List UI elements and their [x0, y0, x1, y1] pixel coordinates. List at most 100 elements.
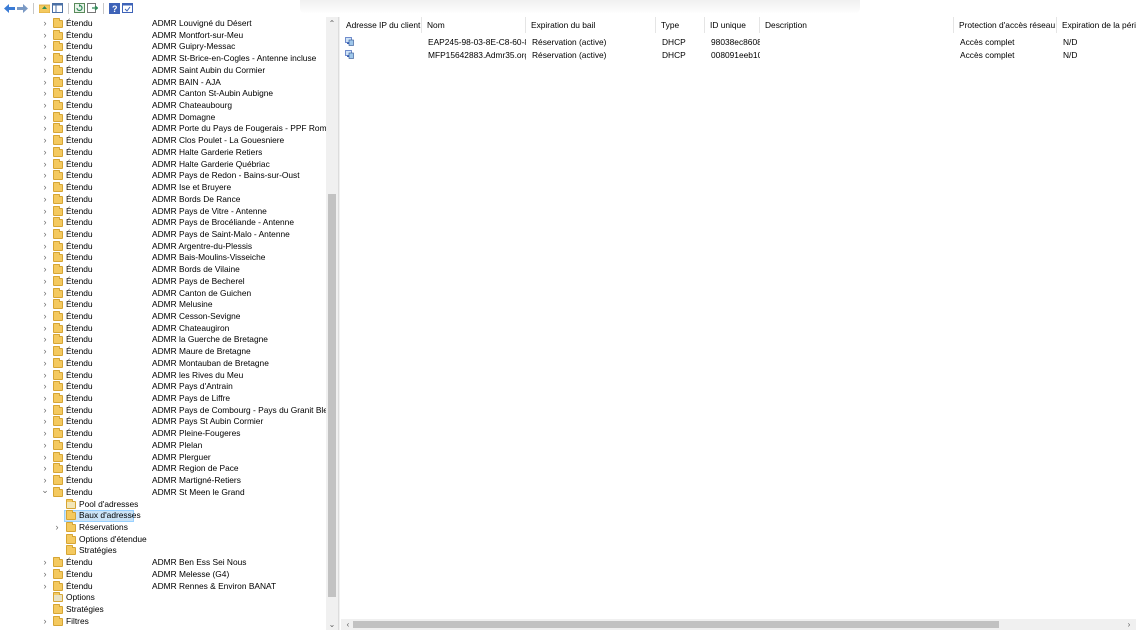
chevron-right-icon[interactable]: ›: [41, 358, 49, 370]
tree-item-server-policies[interactable]: Stratégies: [0, 604, 325, 616]
tree-item-scope[interactable]: › Étendue ADMR Plelan: [0, 439, 325, 452]
tree-item-scope[interactable]: › Étendue ADMR Bais-Moulins-Visseiche: [0, 252, 325, 264]
tree-item-address-leases[interactable]: Baux d'adresses: [0, 510, 325, 522]
scroll-thumb[interactable]: [328, 194, 336, 597]
chevron-right-icon[interactable]: ›: [41, 393, 49, 405]
col-nap-header[interactable]: Protection d'accès réseau: [954, 17, 1057, 33]
tree-item-scope[interactable]: › Étendue ADMR Maure de Bretagne: [0, 346, 325, 358]
scroll-right-icon[interactable]: ›: [1124, 619, 1134, 630]
tree-item-scope[interactable]: › Étendue ADMR Pays de Combourg - Pays du …: [0, 404, 333, 417]
tree-item-scope[interactable]: › Étendue ADMR Pays de Vitre - Antenne: [0, 205, 325, 218]
chevron-right-icon[interactable]: ›: [41, 206, 49, 218]
tree-item-reservations[interactable]: › Réservations: [0, 521, 325, 534]
col-client-ip-header[interactable]: Adresse IP du client: [341, 17, 422, 33]
tree-item-scope[interactable]: › Étendue ADMR Melusine: [0, 299, 325, 311]
show-hide-tree-icon[interactable]: [52, 3, 63, 14]
tree-item-scope[interactable]: › Étendue ADMR Pays St Aubin Cormier: [0, 416, 325, 428]
tree-item-scope[interactable]: › Étendue ADMR Montauban de Bretagne: [0, 357, 325, 370]
chevron-right-icon[interactable]: ›: [41, 452, 49, 464]
tree-item-scope[interactable]: › Étendue ADMR Saint Aubin du Cormier: [0, 64, 325, 77]
chevron-right-icon[interactable]: ›: [41, 65, 49, 77]
col-description-header[interactable]: Description: [760, 17, 954, 33]
tree-item-address-pool[interactable]: Pool d'adresses: [0, 498, 325, 511]
tree-item-scope[interactable]: › Étendue ADMR Argentre-du-Plessis: [0, 240, 325, 253]
chevron-right-icon[interactable]: ›: [53, 522, 61, 534]
chevron-right-icon[interactable]: ›: [41, 41, 49, 53]
chevron-right-icon[interactable]: ›: [41, 241, 49, 253]
tree-item-scope[interactable]: › Étendue ADMR BAIN - AJA: [0, 76, 325, 89]
tree-item-scope[interactable]: › Étendue ADMR Pays d'Antrain: [0, 381, 325, 393]
help-icon[interactable]: ?: [109, 2, 120, 14]
pane-splitter[interactable]: [338, 17, 340, 630]
tree-item-scope[interactable]: › Étendue ADMR Region de Pace: [0, 463, 325, 475]
table-row[interactable]: EAP245-98-03-8E-C8-60-8... Réservation (a…: [341, 36, 1136, 48]
tree-item-scope[interactable]: › Étendue ADMR Melesse (G4): [0, 568, 325, 581]
tree-item-scope[interactable]: › Étendue ADMR Chateaugiron: [0, 322, 325, 335]
tree-item-scope[interactable]: › Étendue ADMR Cesson-Sevigne: [0, 311, 325, 323]
chevron-right-icon[interactable]: ›: [41, 53, 49, 65]
scroll-thumb[interactable]: [353, 621, 999, 628]
chevron-right-icon[interactable]: ›: [41, 463, 49, 475]
chevron-right-icon[interactable]: ›: [41, 77, 49, 89]
tree-item-scope[interactable]: › Étendue ADMR Domagne: [0, 111, 325, 124]
tree-item-policies[interactable]: Stratégies: [0, 545, 325, 557]
chevron-right-icon[interactable]: ›: [41, 323, 49, 335]
tree-item-scope[interactable]: › Étendue ADMR Halte Garderie Retiers: [0, 146, 325, 159]
refresh-icon[interactable]: [74, 3, 85, 14]
tree-item-scope[interactable]: › Étendue ADMR Pays de Brocéliande - Anten…: [0, 217, 325, 229]
chevron-right-icon[interactable]: ›: [41, 182, 49, 194]
col-unique-id-header[interactable]: ID unique: [705, 17, 760, 33]
chevron-right-icon[interactable]: ›: [41, 112, 49, 124]
chevron-right-icon[interactable]: ›: [41, 88, 49, 100]
chevron-down-icon[interactable]: ⌄: [41, 485, 49, 497]
chevron-right-icon[interactable]: ›: [41, 170, 49, 182]
scroll-left-icon[interactable]: ‹: [343, 619, 353, 630]
table-row[interactable]: MFP15642883.Admr35.org Réservation (activ…: [341, 49, 1136, 61]
col-name-header[interactable]: Nom: [422, 17, 526, 33]
chevron-right-icon[interactable]: ›: [41, 194, 49, 206]
chevron-right-icon[interactable]: ›: [41, 569, 49, 581]
tree-item-scope[interactable]: › Étendue ADMR Bords De Rance: [0, 193, 325, 206]
chevron-right-icon[interactable]: ›: [41, 370, 49, 382]
tree-item-scope[interactable]: › Étendue ADMR Pleine-Fougeres: [0, 428, 325, 440]
tree-item-scope[interactable]: › Étendue ADMR Canton St-Aubin Aubigne: [0, 88, 325, 100]
tree-item-scope[interactable]: › Étendue ADMR Rennes & Environ BANAT: [0, 580, 325, 593]
chevron-right-icon[interactable]: ›: [41, 135, 49, 147]
chevron-right-icon[interactable]: ›: [41, 159, 49, 171]
chevron-right-icon[interactable]: ›: [41, 288, 49, 300]
tree-item-scope[interactable]: › Étendue ADMR les Rives du Meu: [0, 369, 325, 382]
tree-item-scope[interactable]: › Étendue ADMR Louvigné du Désert: [0, 18, 325, 30]
forward-icon[interactable]: [17, 3, 28, 14]
tree-item-scope[interactable]: › Étendue ADMR Pays de Liffre: [0, 393, 325, 405]
tree-item-scope[interactable]: › Étendue ADMR Canton de Guichen: [0, 287, 325, 300]
chevron-right-icon[interactable]: ›: [41, 30, 49, 42]
tree-item-scope[interactable]: › Étendue ADMR Montfort-sur-Meu: [0, 29, 325, 42]
chevron-right-icon[interactable]: ›: [41, 381, 49, 393]
chevron-right-icon[interactable]: ›: [41, 229, 49, 241]
col-type-header[interactable]: Type: [656, 17, 705, 33]
tree-item-scope[interactable]: › Étendue ADMR Clos Poulet - La Gouesniere: [0, 135, 325, 147]
chevron-right-icon[interactable]: ›: [41, 334, 49, 346]
tree-item-scope[interactable]: › Étendue ADMR Guipry-Messac: [0, 41, 325, 53]
chevron-right-icon[interactable]: ›: [41, 405, 49, 417]
chevron-right-icon[interactable]: ›: [41, 147, 49, 159]
tree-item-scope[interactable]: › Étendue ADMR Porte du Pays de Fougerais …: [0, 123, 339, 135]
scroll-down-icon[interactable]: ⌄: [326, 620, 338, 630]
chevron-right-icon[interactable]: ›: [41, 100, 49, 112]
chevron-right-icon[interactable]: ›: [41, 123, 49, 135]
scroll-up-icon[interactable]: ⌃: [326, 19, 338, 29]
tree-item-scope-options[interactable]: Options d'étendue: [0, 533, 325, 546]
tree-item-scope[interactable]: › Étendue ADMR Ben Ess Sei Nous: [0, 557, 325, 569]
back-icon[interactable]: [4, 3, 15, 14]
col-lease-expiration-header[interactable]: Expiration du bail: [526, 17, 656, 33]
chevron-right-icon[interactable]: ›: [41, 18, 49, 30]
chevron-right-icon[interactable]: ›: [41, 440, 49, 452]
chevron-right-icon[interactable]: ›: [41, 252, 49, 264]
tree-item-scope[interactable]: › Étendue ADMR Halte Garderie Québriac: [0, 158, 325, 171]
tree-item-scope[interactable]: › Étendue ADMR Pays de Becherel: [0, 275, 325, 288]
export-list-icon[interactable]: [87, 3, 98, 14]
tree-item-scope[interactable]: › Étendue ADMR Pays de Redon - Bains-sur-O…: [0, 170, 325, 182]
properties-icon[interactable]: [122, 3, 133, 14]
tree-item-filters[interactable]: › Filtres: [0, 615, 325, 628]
tree-item-scope[interactable]: › Étendue ADMR Chateaubourg: [0, 100, 325, 112]
